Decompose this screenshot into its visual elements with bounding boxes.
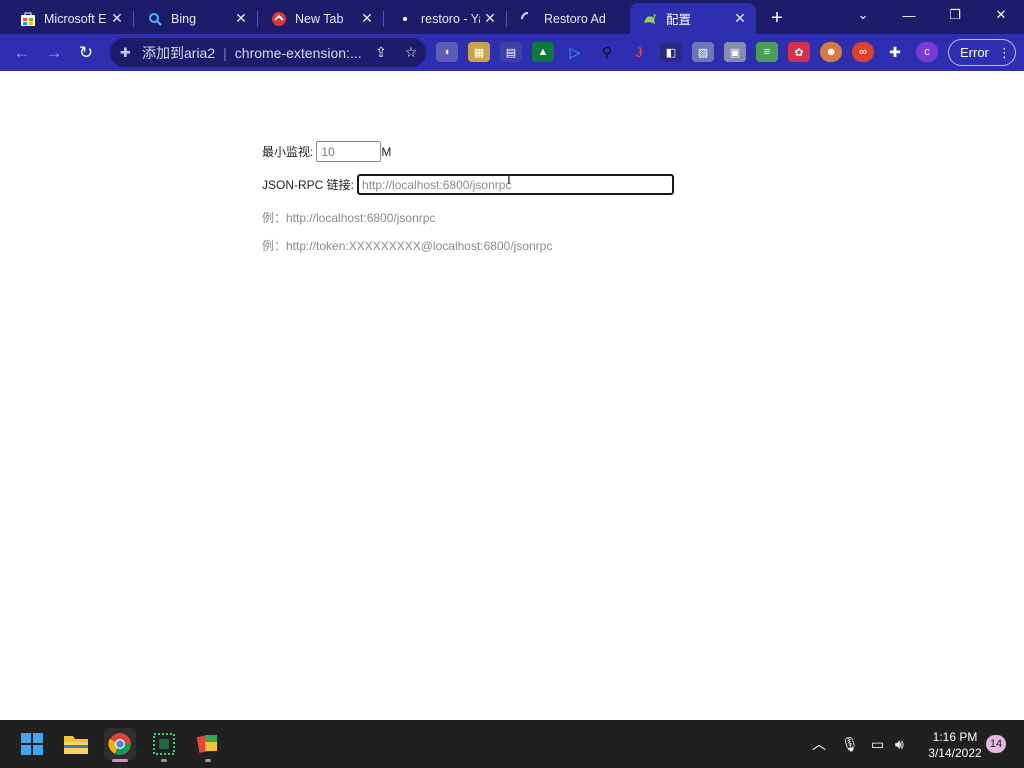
rpc-example-1: 例：http://localhost:6800/jsonrpc — [262, 211, 436, 225]
folder-icon — [64, 736, 88, 754]
grid-icon[interactable]: ▣ — [724, 42, 746, 62]
address-divider: | — [223, 44, 227, 61]
extension-icon-1[interactable]: ◖ — [436, 42, 458, 62]
new-tab-button[interactable]: + — [764, 6, 790, 30]
extension-icon-13[interactable]: ☻ — [820, 42, 842, 62]
notification-badge[interactable]: 14 — [986, 735, 1006, 753]
image-icon[interactable]: ▨ — [692, 42, 714, 62]
min-monitor-unit: M — [381, 144, 392, 159]
tab-bing[interactable]: Bing ✕ — [127, 3, 258, 34]
show-hidden-icons[interactable]: ︿ — [812, 720, 826, 768]
extension-icon-14[interactable]: ∞ — [852, 42, 874, 62]
tab-search-icon[interactable]: ⌄ — [840, 0, 886, 30]
tab-title: restoro - Ya — [421, 11, 480, 26]
extension-icon-12[interactable]: ✿ — [788, 42, 810, 62]
close-icon[interactable]: ✕ — [357, 9, 377, 29]
active-indicator — [112, 759, 128, 762]
file-explorer-button[interactable] — [60, 728, 92, 760]
error-label: Error — [960, 45, 989, 60]
address-url: chrome-extension:... — [234, 44, 362, 61]
play-icon[interactable]: ▷ — [564, 42, 586, 62]
extension-icon-11[interactable]: ≡ — [756, 42, 778, 62]
search-extension-icon[interactable]: ⚲ — [596, 42, 618, 62]
colorful-app-icon — [196, 735, 217, 753]
bookmark-star-icon[interactable]: ☆ — [396, 44, 426, 61]
extension-icon-7[interactable]: Ɉ — [628, 42, 650, 62]
taskbar: ︿ 🎙︎ ▭ 🔊︎ 1:16 PM 3/14/2022 — [0, 720, 1024, 768]
close-icon[interactable]: ✕ — [480, 9, 500, 29]
extension-icon-4[interactable]: ▲ — [532, 42, 554, 62]
tab-restoro-ad[interactable]: Restoro Ad — [500, 3, 630, 34]
microphone-icon[interactable]: 🎙︎ — [841, 720, 859, 768]
page-content: 最小监视: M JSON-RPC 链接: I 例：http://localhos… — [0, 71, 1024, 720]
tab-microsoft[interactable]: Microsoft E ✕ — [0, 3, 134, 34]
rpc-example-2: 例：http://token:XXXXXXXXX@localhost:6800/… — [262, 239, 553, 253]
chrome-taskbar-button[interactable] — [104, 728, 136, 762]
aria2-icon — [642, 11, 658, 27]
text-cursor-icon: I — [507, 171, 511, 187]
tab-strip: Microsoft E ✕ Bing ✕ New Tab ✕ restoro -… — [0, 0, 1024, 34]
min-monitor-row: 最小监视: M — [262, 141, 391, 162]
loading-icon — [520, 11, 536, 27]
min-monitor-input[interactable] — [316, 141, 382, 162]
rpc-url-input[interactable] — [357, 174, 675, 195]
tab-title: 配置 — [666, 13, 692, 27]
app-taskbar-button-1[interactable] — [148, 728, 180, 762]
close-icon[interactable]: ✕ — [107, 9, 127, 29]
store-icon — [20, 11, 36, 27]
network-icon[interactable]: ▭ — [871, 720, 884, 768]
extension-icons: ◖ ▦ ▤ ▲ ▷ ⚲ Ɉ ◧ ▨ ▣ ≡ ✿ ☻ ∞ ✚ c — [436, 42, 948, 62]
rpc-label: JSON-RPC 链接: — [262, 178, 355, 192]
yandex-icon — [397, 11, 413, 27]
puzzle-icon: ✚ — [120, 44, 131, 60]
restore-icon[interactable]: ❐ — [932, 0, 978, 30]
profile-avatar[interactable]: c — [916, 42, 938, 62]
extensions-puzzle-icon[interactable]: ✚ — [884, 42, 906, 62]
close-window-icon[interactable]: ✕ — [978, 0, 1024, 30]
running-indicator — [161, 759, 167, 762]
address-bar[interactable]: ✚ 添加到aria2 | chrome-extension:... ⇪ ☆ — [110, 38, 426, 67]
clock-date: 3/14/2022 — [928, 746, 982, 760]
tab-title: Bing — [171, 11, 197, 26]
min-monitor-label: 最小监视: — [262, 145, 314, 159]
clock-time: 1:16 PM — [932, 730, 978, 744]
share-icon[interactable]: ⇪ — [366, 44, 396, 61]
opera-icon — [271, 11, 287, 27]
minimize-icon[interactable]: — — [886, 0, 932, 30]
window-controls: ⌄ — ❐ ✕ — [840, 0, 1024, 34]
close-icon[interactable]: ✕ — [231, 9, 251, 29]
reload-icon[interactable]: ↻ — [72, 39, 100, 67]
extension-name: 添加到aria2 — [142, 44, 216, 61]
back-icon[interactable]: ← — [8, 39, 36, 67]
browser-toolbar: ← → ↻ ✚ 添加到aria2 | chrome-extension:... … — [0, 34, 1024, 71]
extension-icon-8[interactable]: ◧ — [660, 42, 682, 62]
error-button[interactable]: Error ⋮ — [948, 39, 1016, 66]
tab-config[interactable]: 配置 ✕ — [630, 3, 756, 34]
rpc-row: JSON-RPC 链接: — [262, 174, 675, 195]
clock[interactable]: 1:16 PM 3/14/2022 — [926, 729, 984, 761]
tab-title: Microsoft E — [44, 11, 107, 26]
tab-title: Restoro Ad — [544, 11, 606, 26]
extension-icon-3[interactable]: ▤ — [500, 42, 522, 62]
close-icon[interactable]: ✕ — [730, 9, 750, 29]
forward-icon[interactable]: → — [40, 39, 68, 67]
more-menu-icon[interactable]: ⋮ — [998, 45, 1011, 61]
start-button[interactable] — [16, 728, 48, 760]
running-indicator — [205, 759, 211, 762]
tab-restoro-yandex[interactable]: restoro - Ya ✕ — [377, 3, 507, 34]
search-icon — [147, 11, 163, 27]
extension-icon-2[interactable]: ▦ — [468, 42, 490, 62]
app-taskbar-button-2[interactable] — [192, 728, 224, 762]
grid-app-icon — [153, 733, 175, 755]
tab-title: New Tab — [295, 11, 344, 26]
volume-icon[interactable]: 🔊︎ — [895, 720, 904, 768]
windows-icon — [21, 733, 43, 755]
tab-new-tab[interactable]: New Tab ✕ — [251, 3, 384, 34]
chrome-icon — [108, 733, 131, 755]
